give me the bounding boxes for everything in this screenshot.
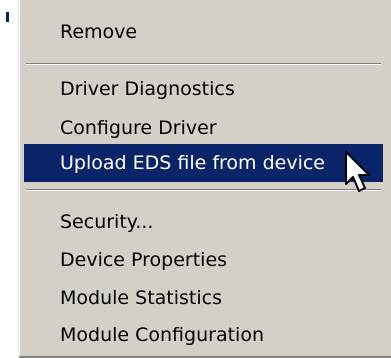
menu-item-module-statistics[interactable]: Module Statistics bbox=[24, 279, 383, 317]
context-menu: Remove Driver Diagnostics Configure Driv… bbox=[18, 0, 391, 358]
menu-item-configure-driver[interactable]: Configure Driver bbox=[24, 109, 383, 147]
menu-item-security[interactable]: Security... bbox=[24, 203, 383, 241]
menu-item-device-properties[interactable]: Device Properties bbox=[24, 241, 383, 279]
menu-separator bbox=[26, 63, 381, 65]
menu-item-remove[interactable]: Remove bbox=[24, 13, 383, 51]
background-window-edge bbox=[6, 12, 9, 22]
arrow-cursor-icon bbox=[345, 151, 370, 192]
menu-item-upload-eds-file[interactable]: Upload EDS file from device bbox=[24, 144, 383, 182]
menu-item-module-configuration[interactable]: Module Configuration bbox=[24, 316, 383, 354]
menu-item-driver-diagnostics[interactable]: Driver Diagnostics bbox=[24, 70, 383, 108]
menu-separator bbox=[26, 189, 381, 191]
